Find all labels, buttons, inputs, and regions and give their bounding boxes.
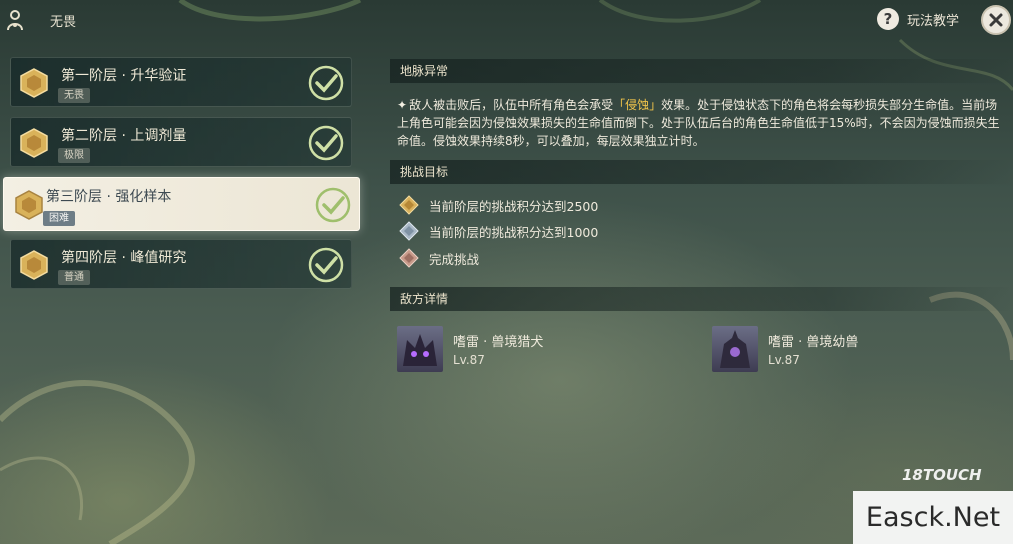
enemy-card[interactable]: 嗜雷 · 兽境幼兽 Lv.87: [712, 326, 858, 372]
goal-text: 当前阶层的挑战积分达到2500: [429, 198, 599, 214]
silver-gem-icon: [399, 221, 419, 241]
difficulty-badge: 极限: [58, 148, 90, 163]
difficulty-badge: 普通: [58, 270, 90, 285]
erosion-highlight: 「侵蚀」: [613, 98, 662, 112]
check-icon: [315, 187, 351, 223]
stage-emblem-icon: [20, 250, 48, 280]
enemies-heading: 敌方详情: [390, 287, 1013, 311]
enemy-card[interactable]: 嗜雷 · 兽境猎犬 Lv.87: [397, 326, 543, 372]
check-icon: [308, 125, 344, 161]
top-bar: 无畏 ? 玩法教学: [0, 0, 1013, 40]
question-icon: ?: [877, 8, 899, 30]
beast-icon: [720, 330, 750, 368]
gold-gem-icon: [399, 195, 419, 215]
close-icon: [989, 13, 1003, 27]
watermark-logo: 18TOUCH: [902, 466, 982, 484]
beast-icon: [403, 334, 437, 366]
goal-gold: 当前阶层的挑战积分达到2500: [399, 194, 598, 216]
goal-silver: 当前阶层的挑战积分达到1000: [399, 220, 598, 242]
goal-text: 当前阶层的挑战积分达到1000: [429, 224, 599, 240]
selected-indicator: [4, 202, 10, 212]
enemy-portrait: [712, 326, 758, 372]
enemy-name: 嗜雷 · 兽境猎犬: [453, 335, 544, 350]
difficulty-badge: 困难: [43, 211, 75, 226]
enemy-level: Lv.87: [768, 353, 800, 367]
watermark-site: Easck.Net: [853, 491, 1013, 544]
stage-item-1[interactable]: 第一阶层 · 升华验证 无畏: [10, 57, 352, 107]
breadcrumb: 无畏: [50, 15, 77, 30]
check-icon: [308, 247, 344, 283]
ley-line-heading: 地脉异常: [390, 59, 1013, 83]
stage-item-2[interactable]: 第二阶层 · 上调剂量 极限: [10, 117, 352, 167]
star-icon: ✦: [397, 98, 408, 112]
stage-title: 第三阶层 · 强化样本: [46, 189, 172, 205]
stage-item-3[interactable]: 第三阶层 · 强化样本 困难: [3, 177, 360, 231]
goal-bronze: 完成挑战: [399, 247, 479, 269]
stage-emblem-icon: [20, 128, 48, 158]
check-icon: [308, 65, 344, 101]
help-button[interactable]: ? 玩法教学: [877, 8, 959, 30]
stage-title: 第四阶层 · 峰值研究: [61, 250, 187, 266]
enemy-level: Lv.87: [453, 353, 485, 367]
enemy-portrait: [397, 326, 443, 372]
back-icon[interactable]: [4, 8, 26, 32]
bronze-gem-icon: [399, 248, 419, 268]
difficulty-badge: 无畏: [58, 88, 90, 103]
help-label: 玩法教学: [907, 13, 960, 29]
stage-emblem-icon: [20, 68, 48, 98]
stage-item-4[interactable]: 第四阶层 · 峰值研究 普通: [10, 239, 352, 289]
ley-line-description: ✦ 敌人被击败后，队伍中所有角色会承受「侵蚀」效果。处于侵蚀状态下的角色将会每秒损…: [397, 96, 1007, 150]
close-button[interactable]: [981, 5, 1011, 35]
goal-text: 完成挑战: [429, 251, 480, 267]
stage-title: 第一阶层 · 升华验证: [61, 68, 187, 84]
challenge-heading: 挑战目标: [390, 160, 1013, 184]
enemy-name: 嗜雷 · 兽境幼兽: [768, 335, 859, 350]
ley-text-before: 敌人被击败后，队伍中所有角色会承受: [409, 98, 614, 112]
stage-emblem-icon: [15, 190, 43, 220]
stage-title: 第二阶层 · 上调剂量: [61, 128, 187, 144]
